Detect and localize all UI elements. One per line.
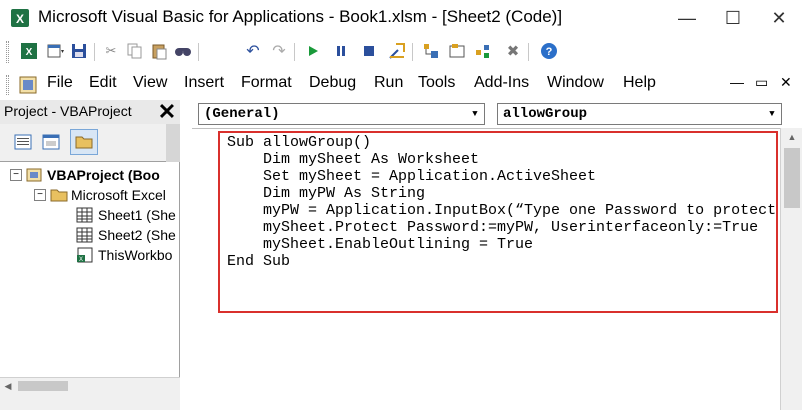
object-dropdown-value: (General) <box>204 106 280 122</box>
menu-debug[interactable]: Debug <box>309 74 356 92</box>
svg-text:X: X <box>16 12 24 26</box>
project-pane-toolbar <box>0 124 180 162</box>
minimize-button[interactable]: — <box>664 0 710 36</box>
svg-text:X: X <box>79 257 83 263</box>
menu-file[interactable]: File <box>47 74 73 92</box>
toggle-folders-icon[interactable] <box>70 129 98 155</box>
menubar-grip[interactable] <box>6 75 9 95</box>
object-dropdown[interactable]: (General) ▼ <box>198 103 485 125</box>
scroll-thumb[interactable] <box>18 381 68 391</box>
project-pane-scroll-up[interactable] <box>166 124 180 162</box>
chevron-down-icon[interactable]: ▼ <box>765 107 779 121</box>
tree-label-excel-objects: Microsoft Excel <box>71 187 166 203</box>
folder-icon <box>50 189 68 202</box>
procedure-dropdown-value: allowGroup <box>503 106 588 122</box>
toolbox-icon[interactable]: ✖ <box>502 40 524 62</box>
tree-node-thisworkbook[interactable]: X ThisWorkbo <box>76 245 172 265</box>
menu-insert[interactable]: Insert <box>184 74 224 92</box>
toolbar-separator <box>528 43 529 61</box>
tree-node-excel-objects[interactable]: − Microsoft Excel <box>34 185 166 205</box>
standard-toolbar: X ✂ ↶ ↷ ✖ ? <box>0 37 802 67</box>
svg-text:X: X <box>26 47 33 58</box>
collapse-icon[interactable]: − <box>10 169 22 181</box>
tree-label-sheet1: Sheet1 (She <box>98 207 176 223</box>
tree-node-sheet2[interactable]: Sheet2 (She <box>76 225 176 245</box>
maximize-button[interactable]: ☐ <box>710 0 756 36</box>
project-pane-header: Project - VBAProject ✕ <box>0 100 180 124</box>
tree-node-sheet1[interactable]: Sheet1 (She <box>76 205 176 225</box>
vba-project-icon <box>26 168 42 182</box>
scroll-left-icon[interactable]: ◀ <box>2 380 14 392</box>
workbook-icon: X <box>77 247 93 263</box>
view-code-icon[interactable] <box>12 132 34 152</box>
toolbar-grip[interactable] <box>6 41 9 63</box>
tree-label-sheet2: Sheet2 (She <box>98 227 176 243</box>
cut-icon[interactable]: ✂ <box>100 40 122 62</box>
menu-tools[interactable]: Tools <box>418 74 455 92</box>
mdi-restore-button[interactable]: ▭ <box>755 74 768 91</box>
window-title: Microsoft Visual Basic for Applications … <box>38 7 563 26</box>
toolbar-separator <box>94 43 95 61</box>
toolbar-separator <box>198 43 199 61</box>
code-vscrollbar[interactable]: ▲ <box>780 128 802 410</box>
run-icon[interactable] <box>302 40 324 62</box>
redo-icon[interactable]: ↷ <box>268 40 290 62</box>
mdi-minimize-button[interactable]: — <box>730 74 744 90</box>
excel-app-icon: X <box>10 8 30 28</box>
insert-icon[interactable] <box>44 40 66 62</box>
toolbar-separator <box>412 43 413 61</box>
code-line[interactable]: End Sub <box>227 253 290 270</box>
worksheet-icon <box>76 207 93 223</box>
code-line[interactable]: Dim myPW As String <box>227 185 425 202</box>
undo-icon[interactable]: ↶ <box>242 40 264 62</box>
code-line[interactable]: myPW = Application.InputBox(“Type one Pa… <box>227 202 776 219</box>
code-line[interactable]: Dim mySheet As Worksheet <box>227 151 479 168</box>
title-bar: X Microsoft Visual Basic for Application… <box>0 0 802 36</box>
tree-node-vbaproject[interactable]: − VBAProject (Boo <box>10 165 160 185</box>
save-icon[interactable] <box>68 40 90 62</box>
vba-project-icon[interactable] <box>18 75 38 95</box>
scroll-thumb[interactable] <box>784 148 800 208</box>
toolbar-separator <box>294 43 295 61</box>
object-browser-icon[interactable] <box>472 40 494 62</box>
menu-edit[interactable]: Edit <box>89 74 117 92</box>
help-icon[interactable]: ? <box>538 40 560 62</box>
code-line[interactable]: Set mySheet = Application.ActiveSheet <box>227 168 596 185</box>
code-line[interactable]: mySheet.EnableOutlining = True <box>227 236 533 253</box>
menu-window[interactable]: Window <box>547 74 604 92</box>
break-icon[interactable] <box>330 40 352 62</box>
menu-help[interactable]: Help <box>623 74 656 92</box>
code-line[interactable]: Sub allowGroup() <box>227 134 371 151</box>
project-tree-hscrollbar[interactable]: ◀ <box>0 377 180 394</box>
svg-text:?: ? <box>546 46 553 58</box>
close-button[interactable]: ✕ <box>756 0 802 36</box>
paste-icon[interactable] <box>148 40 170 62</box>
code-line[interactable]: mySheet.Protect Password:=myPW, Userinte… <box>227 219 758 236</box>
excel-icon[interactable]: X <box>18 40 40 62</box>
view-object-icon[interactable] <box>40 132 62 152</box>
procedure-dropdown[interactable]: allowGroup ▼ <box>497 103 782 125</box>
find-icon[interactable] <box>172 40 194 62</box>
project-pane-close-button[interactable]: ✕ <box>156 100 178 124</box>
chevron-down-icon[interactable]: ▼ <box>468 107 482 121</box>
scroll-up-icon[interactable]: ▲ <box>785 130 799 144</box>
menu-format[interactable]: Format <box>241 74 292 92</box>
design-mode-icon[interactable] <box>386 40 408 62</box>
collapse-icon[interactable]: − <box>34 189 46 201</box>
menu-view[interactable]: View <box>133 74 167 92</box>
menu-add-ins[interactable]: Add-Ins <box>474 74 529 92</box>
mdi-close-button[interactable]: ✕ <box>780 74 792 91</box>
tree-label-thisworkbook: ThisWorkbo <box>98 247 173 263</box>
project-tree: − VBAProject (Boo − Microsoft Excel Shee… <box>0 162 180 377</box>
worksheet-icon <box>76 227 93 243</box>
project-pane-bottom <box>0 394 180 410</box>
reset-icon[interactable] <box>358 40 380 62</box>
copy-icon[interactable] <box>124 40 146 62</box>
project-pane-title: Project - VBAProject <box>4 103 132 119</box>
menu-run[interactable]: Run <box>374 74 403 92</box>
project-explorer-icon[interactable] <box>420 40 442 62</box>
properties-icon[interactable] <box>446 40 468 62</box>
tree-label-vbaproject: VBAProject (Boo <box>47 167 160 183</box>
menu-bar: File Edit View Insert Format Debug Run T… <box>0 69 802 99</box>
